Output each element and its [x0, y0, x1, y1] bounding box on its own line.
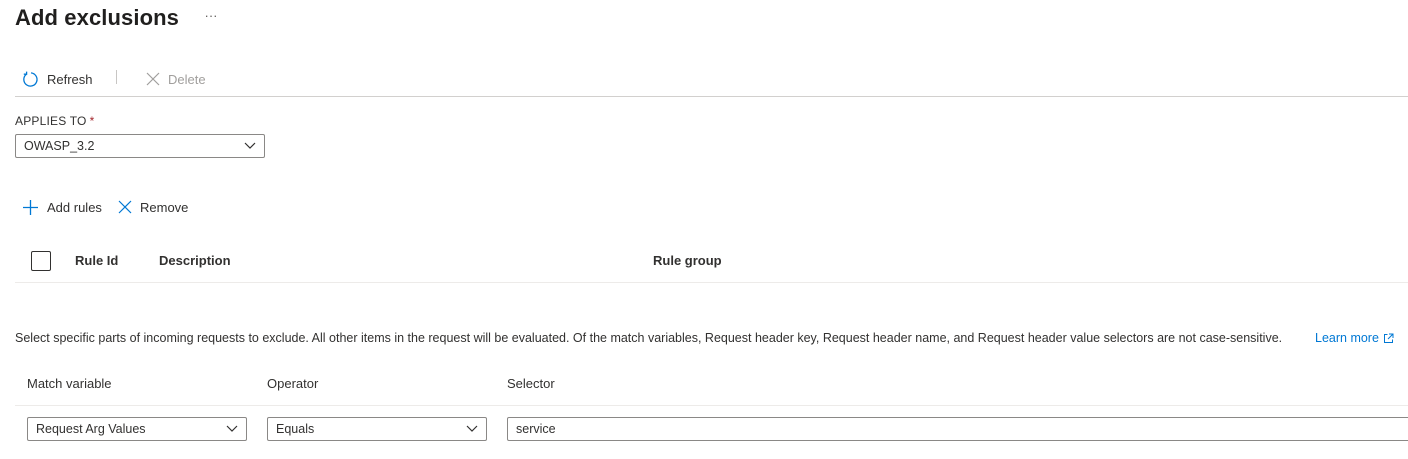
column-header-operator: Operator [267, 376, 319, 391]
required-indicator: * [89, 114, 95, 128]
refresh-label: Refresh [47, 71, 93, 87]
close-icon [118, 200, 132, 214]
add-rules-label: Add rules [47, 199, 102, 215]
column-header-rule-group[interactable]: Rule group [653, 253, 722, 268]
add-rules-button[interactable]: Add rules [22, 195, 102, 219]
table-divider [15, 282, 1408, 283]
operator-dropdown[interactable]: Equals [267, 417, 487, 441]
add-icon [22, 199, 39, 216]
selector-input[interactable] [507, 417, 1408, 441]
toolbar-divider [15, 96, 1408, 97]
applies-to-value: OWASP_3.2 [24, 139, 95, 153]
column-header-match-variable: Match variable [27, 376, 112, 391]
operator-value: Equals [276, 422, 315, 436]
column-header-selector: Selector [507, 376, 555, 391]
delete-button[interactable]: Delete [146, 67, 206, 91]
external-link-icon [1383, 333, 1394, 344]
chevron-down-icon [466, 425, 478, 433]
select-all-checkbox[interactable] [31, 251, 51, 271]
info-text: Select specific parts of incoming reques… [15, 331, 1283, 345]
match-variable-dropdown[interactable]: Request Arg Values [27, 417, 247, 441]
more-options-button[interactable]: ··· [202, 9, 220, 26]
toolbar-separator [116, 70, 117, 84]
delete-label: Delete [168, 71, 206, 87]
page-title: Add exclusions [15, 5, 179, 30]
exclusion-table-divider [15, 405, 1408, 406]
close-icon [146, 72, 160, 86]
column-header-rule-id[interactable]: Rule Id [75, 253, 118, 268]
learn-more-label: Learn more [1315, 331, 1379, 345]
applies-to-dropdown[interactable]: OWASP_3.2 [15, 134, 265, 158]
refresh-button[interactable]: Refresh [22, 67, 93, 91]
refresh-icon [22, 71, 39, 88]
column-header-description[interactable]: Description [159, 253, 231, 268]
chevron-down-icon [244, 142, 256, 150]
remove-button[interactable]: Remove [118, 195, 188, 219]
remove-label: Remove [140, 199, 189, 215]
learn-more-link[interactable]: Learn more [1315, 331, 1394, 345]
chevron-down-icon [226, 425, 238, 433]
applies-to-label: APPLIES TO * [15, 114, 95, 128]
match-variable-value: Request Arg Values [36, 422, 146, 436]
